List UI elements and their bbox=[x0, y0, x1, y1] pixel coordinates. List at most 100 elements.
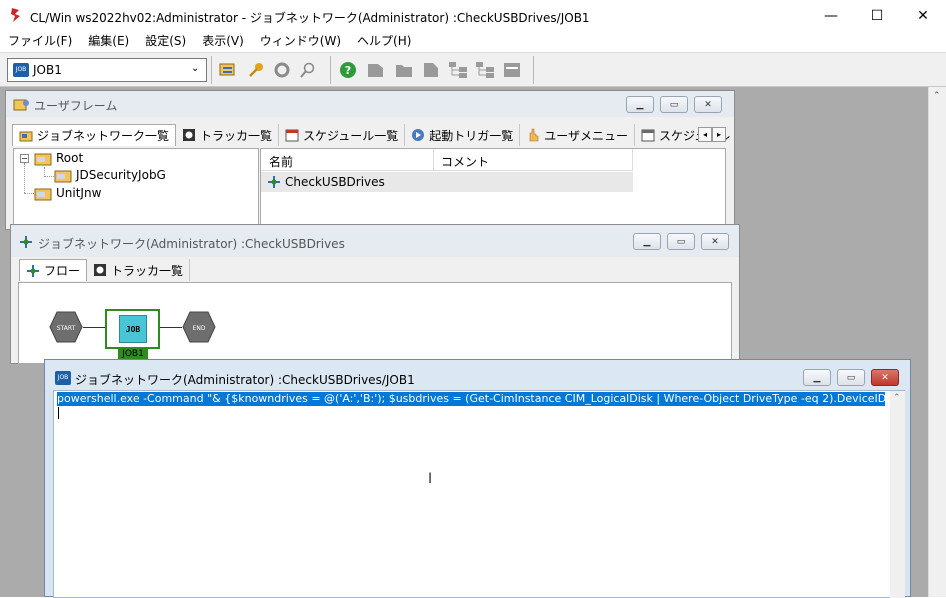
maximize-button[interactable]: ☐ bbox=[854, 0, 900, 32]
tab-label: トラッカ一覧 bbox=[111, 263, 184, 278]
tab-tracker-list[interactable]: トラッカ一覧 bbox=[176, 124, 280, 146]
menu-settings[interactable]: 設定(S) bbox=[137, 32, 194, 52]
jobnet-window: ジョブネットワーク(Administrator) :CheckUSBDrives… bbox=[10, 224, 740, 364]
chevron-down-icon[interactable]: ⌄ bbox=[191, 63, 199, 74]
job-window: JOB ジョブネットワーク(Administrator) :CheckUSBDr… bbox=[44, 359, 911, 598]
menu-help[interactable]: ヘルプ(H) bbox=[349, 32, 419, 52]
calendar-icon bbox=[641, 129, 655, 142]
menu-view[interactable]: 表示(V) bbox=[194, 32, 252, 52]
app-logo-icon bbox=[11, 8, 20, 22]
tab-schedule-list[interactable]: スケジュール一覧 bbox=[279, 124, 406, 146]
ibeam-cursor-icon: I bbox=[428, 471, 433, 487]
title-bar[interactable]: CL/Win ws2022hv02:Administrator - ジョブネット… bbox=[0, 0, 946, 32]
folder-group-icon bbox=[54, 170, 72, 183]
menu-file[interactable]: ファイル(F) bbox=[0, 32, 80, 52]
user-frame-window: ユーザフレーム ▁ ▭ ✕ ジョブネットワーク一覧 トラッカ一覧 スケジュール一… bbox=[5, 90, 735, 230]
flow-icon bbox=[27, 264, 39, 277]
job-select-value: JOB1 bbox=[33, 63, 62, 77]
job-window-title-bar[interactable]: JOB ジョブネットワーク(Administrator) :CheckUSBDr… bbox=[45, 360, 910, 390]
script-editor[interactable]: powershell.exe -Command "& {$knowndrives… bbox=[53, 390, 905, 598]
minimize-button[interactable]: — bbox=[808, 0, 854, 32]
folder-group-icon bbox=[34, 153, 52, 166]
list-icon[interactable] bbox=[218, 60, 238, 80]
folder-icon[interactable] bbox=[394, 60, 414, 80]
tab-label: ユーザメニュー bbox=[544, 128, 628, 143]
text-caret bbox=[58, 407, 59, 419]
tab-label: トラッカ一覧 bbox=[200, 128, 273, 143]
calendar-icon bbox=[285, 129, 299, 142]
tab-label: 起動トリガ一覧 bbox=[429, 128, 514, 143]
jobnet-list: 名前 コメント CheckUSBDrives bbox=[260, 148, 726, 230]
start-node[interactable]: START bbox=[49, 311, 83, 343]
job-minimize-button[interactable]: ▁ bbox=[803, 369, 831, 386]
tree-item-jdsecurityjobg[interactable]: JDSecurityJobG bbox=[76, 168, 166, 182]
user-frame-minimize-button[interactable]: ▁ bbox=[626, 96, 654, 113]
jobnet-title-bar[interactable]: ジョブネットワーク(Administrator) :CheckUSBDrives… bbox=[11, 225, 739, 257]
scroll-up-icon[interactable]: ⌃ bbox=[893, 393, 901, 403]
tab-label: フロー bbox=[44, 264, 81, 278]
tab-tracker[interactable]: トラッカ一覧 bbox=[87, 259, 191, 281]
start-node-label: START bbox=[57, 325, 76, 332]
user-frame-title-bar[interactable]: ユーザフレーム ▁ ▭ ✕ bbox=[6, 91, 734, 117]
zoom-icon[interactable] bbox=[298, 60, 318, 80]
folder-group-icon bbox=[34, 188, 52, 201]
job-node-icon: JOB bbox=[119, 315, 147, 343]
menu-edit[interactable]: 編集(E) bbox=[80, 32, 137, 52]
tracker-icon bbox=[94, 264, 107, 276]
job-close-button[interactable]: ✕ bbox=[871, 369, 899, 386]
trigger-icon bbox=[412, 129, 425, 141]
jobnet-restore-button[interactable]: ▭ bbox=[667, 233, 695, 250]
help-icon[interactable]: ? bbox=[338, 60, 358, 80]
jobnet-minimize-button[interactable]: ▁ bbox=[633, 233, 661, 250]
tab-label: ジョブネットワーク一覧 bbox=[37, 129, 170, 143]
tab-jobnet-list[interactable]: ジョブネットワーク一覧 bbox=[12, 124, 177, 146]
tree-collapse-toggle[interactable]: − bbox=[20, 154, 29, 163]
tab-scroll-left-button[interactable]: ◂ bbox=[698, 127, 712, 142]
end-node-label: END bbox=[193, 325, 206, 332]
tab-flow[interactable]: フロー bbox=[19, 259, 88, 281]
doc-icon[interactable] bbox=[366, 60, 386, 80]
user-frame-close-button[interactable]: ✕ bbox=[694, 96, 722, 113]
script-line-1[interactable]: powershell.exe -Command "& {$knowndrives… bbox=[57, 392, 885, 406]
user-frame-title: ユーザフレーム bbox=[34, 99, 118, 113]
hand-icon bbox=[529, 128, 539, 142]
tab-user-menu[interactable]: ユーザメニュー bbox=[520, 124, 635, 146]
jobnet-flow-icon bbox=[20, 236, 32, 248]
user-frame-restore-button[interactable]: ▭ bbox=[660, 96, 688, 113]
window-icon[interactable] bbox=[502, 60, 522, 80]
tab-trigger-list[interactable]: 起動トリガ一覧 bbox=[405, 124, 521, 146]
job-restore-button[interactable]: ▭ bbox=[837, 369, 865, 386]
flow-canvas: START JOB JOB1 END bbox=[18, 282, 732, 364]
jobnet-close-button[interactable]: ✕ bbox=[701, 233, 729, 250]
window-title: CL/Win ws2022hv02:Administrator - ジョブネット… bbox=[30, 11, 590, 25]
close-button[interactable]: ✕ bbox=[900, 0, 946, 32]
jobnet-window-title: ジョブネットワーク(Administrator) :CheckUSBDrives bbox=[38, 237, 345, 251]
list-header: 名前 コメント bbox=[261, 149, 633, 171]
jobnet-icon bbox=[19, 131, 33, 141]
column-comment-header[interactable]: コメント bbox=[441, 153, 489, 170]
tree-item-unitjnw[interactable]: UnitJnw bbox=[56, 186, 101, 200]
scroll-up-icon[interactable]: ⌃ bbox=[933, 91, 941, 101]
mdi-scrollbar[interactable]: ⌃ bbox=[928, 87, 946, 597]
tree-icon[interactable] bbox=[448, 60, 468, 80]
user-frame-tabs: ジョブネットワーク一覧 トラッカ一覧 スケジュール一覧 起動トリガ一覧 ユーザメ… bbox=[12, 124, 730, 148]
job-window-icon: JOB bbox=[55, 371, 71, 385]
end-node[interactable]: END bbox=[182, 311, 216, 343]
column-name-header[interactable]: 名前 bbox=[269, 153, 293, 170]
script-scrollbar[interactable]: ⌃ bbox=[890, 391, 905, 598]
list-row-name: CheckUSBDrives bbox=[285, 175, 385, 189]
job-node[interactable]: JOB bbox=[105, 309, 160, 349]
tree2-icon[interactable] bbox=[475, 60, 495, 80]
list-row[interactable]: CheckUSBDrives bbox=[261, 172, 633, 192]
jobnet-flow-icon bbox=[268, 176, 280, 188]
menu-window[interactable]: ウィンドウ(W) bbox=[252, 32, 349, 52]
toolbar: JOB JOB1 ⌄ ? bbox=[0, 52, 946, 87]
menu-bar: ファイル(F) 編集(E) 設定(S) 表示(V) ウィンドウ(W) ヘルプ(H… bbox=[0, 32, 946, 52]
doc2-icon[interactable] bbox=[421, 60, 441, 80]
tree-item-root[interactable]: Root bbox=[56, 151, 83, 165]
tab-scroll-right-button[interactable]: ▸ bbox=[712, 127, 726, 142]
job-select[interactable]: JOB JOB1 ⌄ bbox=[7, 58, 207, 82]
key-icon[interactable] bbox=[246, 60, 266, 80]
user-frame-icon bbox=[13, 99, 29, 111]
refresh-icon[interactable] bbox=[272, 60, 292, 80]
